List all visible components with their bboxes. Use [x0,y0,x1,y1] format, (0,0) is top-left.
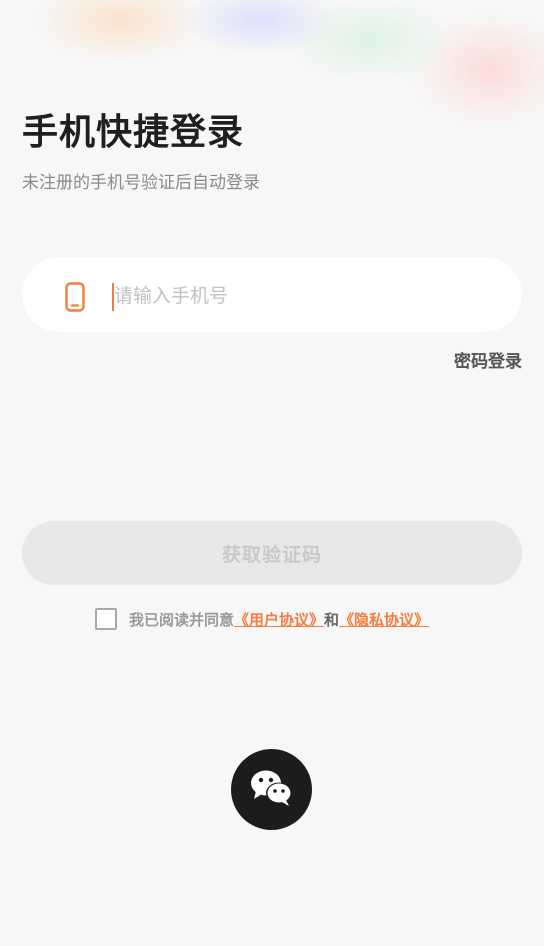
phone-number-input[interactable] [114,277,494,315]
get-verification-code-button[interactable]: 获取验证码 [22,521,522,585]
password-login-link[interactable]: 密码登录 [454,350,522,374]
agreement-and-text: 和 [324,610,340,629]
mobile-phone-icon [65,282,85,312]
wechat-icon [250,769,294,811]
phone-input-container[interactable] [22,257,522,332]
agreement-checkbox[interactable] [95,608,117,630]
privacy-policy-link[interactable]: 《隐私协议》 [339,609,429,630]
page-title: 手机快捷登录 [22,112,245,153]
user-agreement-link[interactable]: 《用户协议》 [234,609,324,630]
page-subtitle: 未注册的手机号验证后自动登录 [22,173,260,193]
wechat-login-button[interactable] [231,749,312,830]
agreement-row: 我已阅读并同意 《用户协议》 和 《隐私协议》 [95,607,429,631]
agreement-prefix-text: 我已阅读并同意 [129,610,235,629]
